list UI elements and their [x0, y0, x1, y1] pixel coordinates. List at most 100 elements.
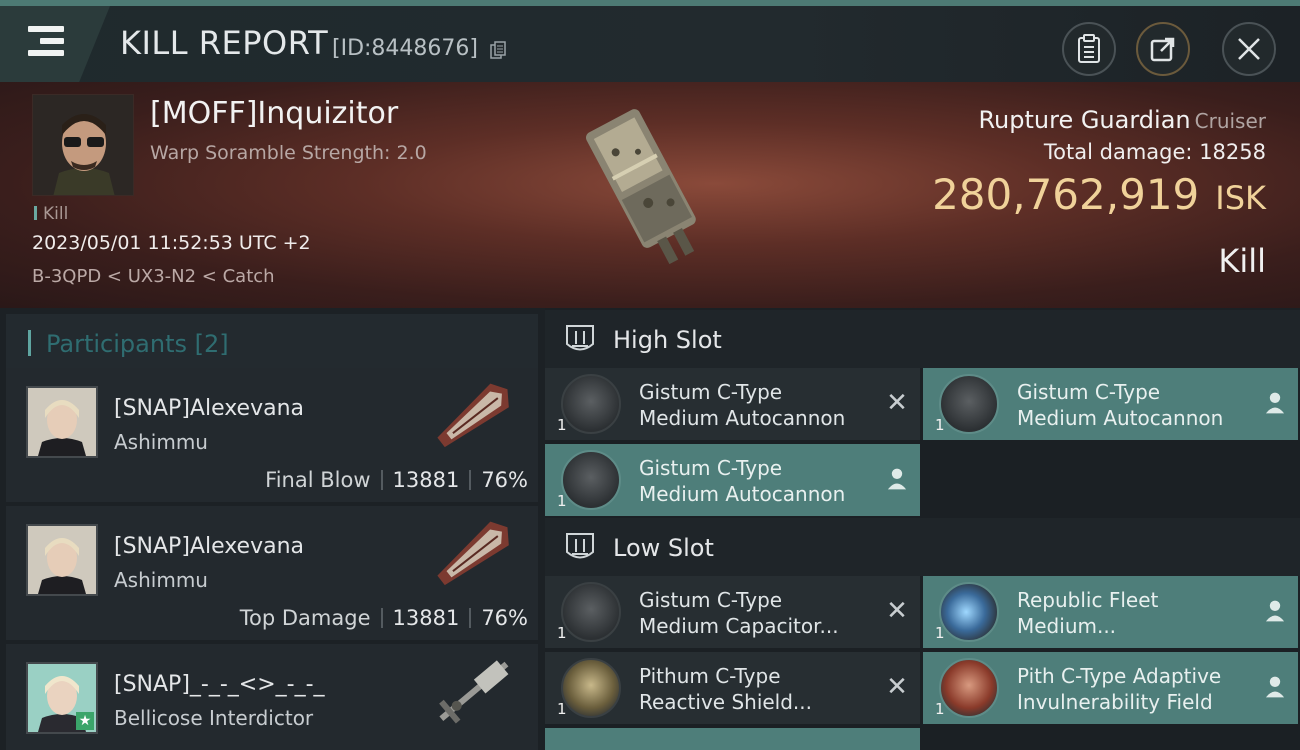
victim-ship-image[interactable] — [560, 90, 740, 280]
pilot-portrait-icon — [28, 526, 96, 594]
module-item[interactable]: 1 Gistum C-Type Medium Autocannon — [923, 368, 1298, 440]
victim-summary: [MOFF]Inquizitor Warp Soramble Strength:… — [0, 82, 1300, 308]
participant-name[interactable]: [SNAP]Alexevana — [114, 396, 304, 421]
autocannon-icon — [561, 374, 621, 434]
kill-tag: Kill — [34, 204, 68, 224]
autocannon-icon — [561, 450, 621, 510]
ship-icon[interactable] — [422, 372, 522, 462]
avatar[interactable] — [26, 386, 98, 458]
report-id: [ID:8448676] — [332, 36, 478, 61]
participants-count: [2] — [194, 330, 229, 358]
person-icon — [1265, 392, 1285, 414]
avatar[interactable]: ★ — [26, 662, 98, 734]
victim-name[interactable]: [MOFF]Inquizitor — [150, 96, 398, 131]
shield-icon — [939, 658, 999, 718]
copy-icon[interactable] — [490, 41, 506, 59]
person-icon — [887, 468, 907, 490]
fitting-panel: High Slot 1 Gistum C-Type Medium Autocan… — [545, 308, 1300, 750]
title-bar: KILL REPORT [ID:8448676] — [0, 0, 1300, 82]
module-name-line2: Medium Autocannon — [1017, 406, 1224, 430]
low-slot-label: Low Slot — [613, 534, 714, 562]
close-button[interactable] — [1222, 22, 1276, 76]
module-item[interactable]: 1 Gistum C-Type Medium Autocannon ✕ — [545, 368, 920, 440]
person-icon — [1265, 600, 1285, 622]
module-name-line1: Gistum C-Type — [639, 588, 783, 612]
system-route[interactable]: B-3QPD < UX3-N2 < Catch — [32, 266, 275, 287]
module-qty: 1 — [557, 700, 567, 718]
module-item[interactable]: 1 Republic Fleet Medium... — [923, 576, 1298, 648]
avatar[interactable] — [26, 524, 98, 596]
total-damage-value: 18258 — [1199, 140, 1266, 164]
participant-stats: Final Blow 13881 76% — [265, 468, 528, 492]
module-qty: 1 — [557, 492, 567, 510]
participants-panel: Participants [2] [SNAP]Alexevana Ashimmu… — [0, 308, 545, 750]
participant-ship: Bellicose Interdictor — [114, 706, 314, 730]
participant-row[interactable]: [SNAP]Alexevana Ashimmu Top Damage 13881 7… — [6, 506, 538, 640]
pilot-portrait-icon — [28, 388, 96, 456]
module-name-line2: Invulnerability Field — [1017, 690, 1213, 714]
victim-avatar[interactable] — [32, 94, 134, 196]
victim-ship[interactable]: Rupture Guardian Cruiser — [978, 106, 1266, 134]
participant-row[interactable]: ★ [SNAP]_-_-_<>_-_-_ Bellicose Interdict… — [6, 644, 538, 750]
clipboard-icon — [1078, 34, 1100, 63]
high-slot-icon — [566, 325, 594, 351]
person-icon — [1265, 676, 1285, 698]
module-name-line1: Gistum C-Type — [639, 456, 783, 480]
ship-icon[interactable] — [422, 510, 522, 600]
destroyed-icon: ✕ — [886, 672, 908, 702]
menu-icon — [28, 26, 64, 32]
module-item[interactable]: 1 Gistum C-Type Medium Capacitor... ✕ — [545, 576, 920, 648]
result-label: Kill — [1218, 242, 1266, 280]
module-name-line2: Medium Capacitor... — [639, 614, 839, 638]
high-slot-header: High Slot — [545, 310, 1300, 368]
module-qty: 1 — [935, 624, 945, 642]
destroyed-icon: ✕ — [886, 596, 908, 626]
participants-header[interactable]: Participants [2] — [6, 314, 538, 372]
participant-role: Top Damage — [239, 606, 371, 630]
participant-percent: 76% — [481, 468, 528, 492]
clipboard-button[interactable] — [1062, 22, 1116, 76]
share-button[interactable] — [1136, 22, 1190, 76]
module-icon — [939, 582, 999, 642]
page-title: KILL REPORT — [120, 24, 329, 62]
participant-name[interactable]: [SNAP]Alexevana — [114, 534, 304, 559]
module-name-line1: Pithum C-Type — [639, 664, 781, 688]
star-icon: ★ — [76, 712, 94, 730]
destroyed-icon: ✕ — [886, 388, 908, 418]
menu-button[interactable] — [0, 6, 110, 82]
participant-ship: Ashimmu — [114, 568, 208, 592]
autocannon-icon — [939, 374, 999, 434]
ship-icon[interactable] — [422, 648, 522, 738]
share-icon — [1150, 37, 1175, 62]
high-slot-label: High Slot — [613, 326, 722, 354]
participant-role: Final Blow — [265, 468, 371, 492]
module-name-line1: Gistum C-Type — [1017, 380, 1161, 404]
shield-icon — [561, 658, 621, 718]
participant-ship: Ashimmu — [114, 430, 208, 454]
warp-scramble-strength: Warp Soramble Strength: 2.0 — [150, 142, 427, 164]
module-qty: 1 — [557, 416, 567, 434]
capacitor-icon — [561, 582, 621, 642]
module-name-line1: Republic Fleet — [1017, 588, 1159, 612]
low-slot-header: Low Slot — [545, 518, 1300, 576]
kill-datetime: 2023/05/01 11:52:53 UTC +2 — [32, 232, 311, 254]
participant-percent: 76% — [481, 606, 528, 630]
participant-row[interactable]: [SNAP]Alexevana Ashimmu Final Blow 13881 7… — [6, 368, 538, 502]
module-name-line1: Pith C-Type Adaptive — [1017, 664, 1222, 688]
module-name-line2: Medium Autocannon — [639, 482, 846, 506]
module-qty: 1 — [935, 416, 945, 434]
module-item[interactable]: 1 Gistum C-Type Medium Autocannon — [545, 444, 920, 516]
total-damage: Total damage: 18258 — [1043, 140, 1266, 164]
module-name-line2: Reactive Shield... — [639, 690, 813, 714]
close-icon — [1238, 38, 1260, 60]
module-item[interactable] — [545, 728, 920, 750]
module-item[interactable]: 1 Pithum C-Type Reactive Shield... ✕ — [545, 652, 920, 724]
pilot-portrait-icon — [33, 95, 133, 195]
module-qty: 1 — [557, 624, 567, 642]
participants-label: Participants — [46, 330, 187, 358]
participant-damage: 13881 — [392, 468, 460, 492]
module-item[interactable]: 1 Pith C-Type Adaptive Invulnerability F… — [923, 652, 1298, 724]
participant-stats: Top Damage 13881 76% — [240, 606, 528, 630]
participant-name[interactable]: [SNAP]_-_-_<>_-_-_ — [114, 672, 325, 697]
ship-class: Cruiser — [1194, 109, 1266, 133]
